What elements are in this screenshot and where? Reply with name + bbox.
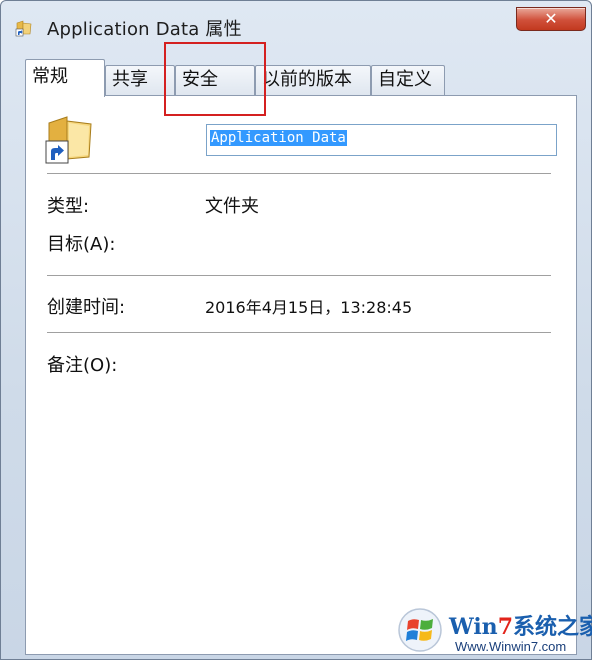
folder-shortcut-icon: [45, 116, 92, 164]
title-bar[interactable]: Application Data 属性 ✕: [1, 1, 591, 51]
divider: [47, 173, 551, 175]
security-tab-highlight-box: [164, 42, 266, 116]
properties-window: Application Data 属性 ✕ 常规 共享 安全 以前的版本 自定义…: [0, 0, 592, 660]
divider: [47, 275, 551, 277]
type-value: 文件夹: [205, 196, 259, 217]
comment-label: 备注(O):: [47, 355, 118, 376]
tab-previous-versions[interactable]: 以前的版本: [255, 65, 371, 95]
divider: [47, 332, 551, 334]
created-label: 创建时间:: [47, 297, 126, 318]
folder-name-selected-text: Application Data: [210, 130, 347, 146]
type-label: 类型:: [47, 196, 90, 217]
watermark-brand: Win7系统之家: [449, 614, 592, 640]
window-title: Application Data 属性: [47, 19, 242, 40]
folder-shortcut-icon: [15, 20, 32, 37]
target-label: 目标(A):: [47, 234, 116, 255]
tab-general[interactable]: 常规: [25, 59, 105, 97]
close-button[interactable]: ✕: [516, 7, 586, 31]
created-value: 2016年4月15日，13:28:45: [205, 298, 413, 317]
windows-logo-icon: [398, 608, 442, 652]
folder-name-input[interactable]: Application Data: [206, 124, 557, 156]
watermark-url: Www.Winwin7.com: [455, 639, 567, 654]
tab-customize[interactable]: 自定义: [371, 65, 445, 95]
site-watermark: Win7系统之家 Www.Winwin7.com: [397, 601, 592, 657]
